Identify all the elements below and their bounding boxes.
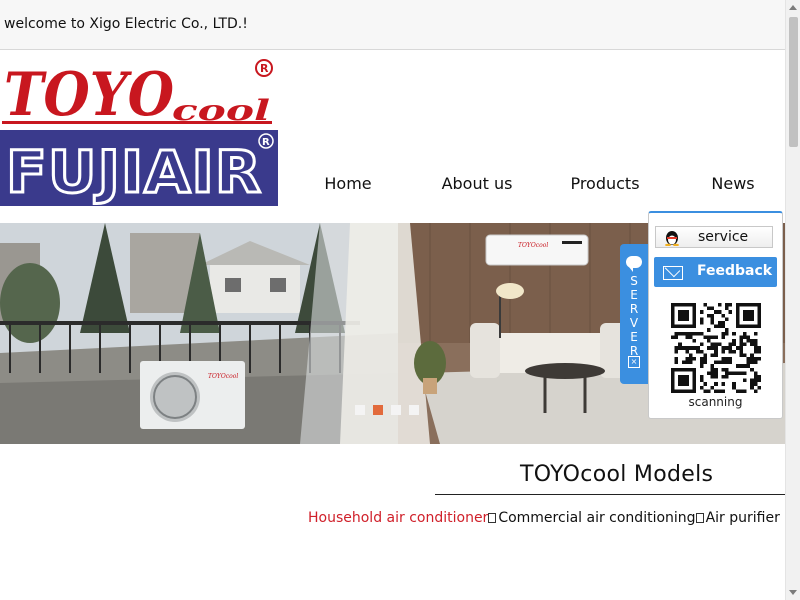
welcome-text: welcome to Xigo Electric Co., LTD.! xyxy=(4,16,248,32)
main-nav: Home About us Products News xyxy=(0,174,785,194)
nav-about-us[interactable]: About us xyxy=(442,174,513,193)
feedback-button[interactable]: Feedback xyxy=(654,257,777,287)
fujiair-logo[interactable]: FUJIAIR R xyxy=(0,130,278,206)
qr-code-image xyxy=(671,303,761,393)
scroll-up-arrow-icon[interactable] xyxy=(789,5,797,10)
close-icon[interactable]: × xyxy=(628,356,640,368)
toyocool-logo[interactable]: TOYO cool R xyxy=(0,58,278,128)
service-label: service xyxy=(698,229,749,245)
category-commercial[interactable]: Commercial air conditioning xyxy=(498,510,695,526)
qq-penguin-icon xyxy=(665,231,679,246)
feedback-label: Feedback xyxy=(697,263,773,279)
server-side-tab[interactable]: SER VER × xyxy=(620,244,648,384)
category-household[interactable]: Household air conditioner xyxy=(308,510,488,526)
server-tab-label: SER VER xyxy=(629,274,639,358)
indoor-ac-unit xyxy=(485,234,589,266)
slide-dot-2[interactable] xyxy=(373,405,383,415)
nav-products[interactable]: Products xyxy=(570,174,639,193)
svg-text:R: R xyxy=(260,62,269,75)
mail-icon xyxy=(663,266,683,280)
nav-news[interactable]: News xyxy=(711,174,754,193)
toyo-logo-text: TOYO xyxy=(4,60,174,128)
svg-text:TOYOcool: TOYOcool xyxy=(208,373,238,380)
slide-dot-1[interactable] xyxy=(355,405,365,415)
svg-text:TOYOcool: TOYOcool xyxy=(518,242,548,249)
scroll-down-arrow-icon[interactable] xyxy=(789,590,797,595)
slide-dot-4[interactable] xyxy=(409,405,419,415)
models-title: TOYOcool Models xyxy=(520,462,714,487)
model-categories: Household air conditioner Commercial air … xyxy=(308,510,780,526)
models-divider xyxy=(435,494,785,495)
nav-home[interactable]: Home xyxy=(324,174,371,193)
fujiair-logo-text: FUJIAIR xyxy=(6,138,262,206)
slide-dot-3[interactable] xyxy=(391,405,401,415)
chat-bubble-icon xyxy=(626,256,642,272)
slide-indicators xyxy=(355,400,427,419)
scrollbar-thumb[interactable] xyxy=(789,17,798,147)
page-scrollbar[interactable] xyxy=(785,0,800,600)
service-button[interactable]: service xyxy=(655,226,773,248)
separator-icon xyxy=(488,513,497,523)
service-panel: service Feedback scanning xyxy=(648,211,783,419)
svg-text:R: R xyxy=(262,137,270,148)
category-air-purifier[interactable]: Air purifier xyxy=(706,510,780,526)
welcome-bar: welcome to Xigo Electric Co., LTD.! xyxy=(0,0,785,50)
separator-icon xyxy=(695,513,704,523)
scanning-label: scanning xyxy=(688,395,743,409)
